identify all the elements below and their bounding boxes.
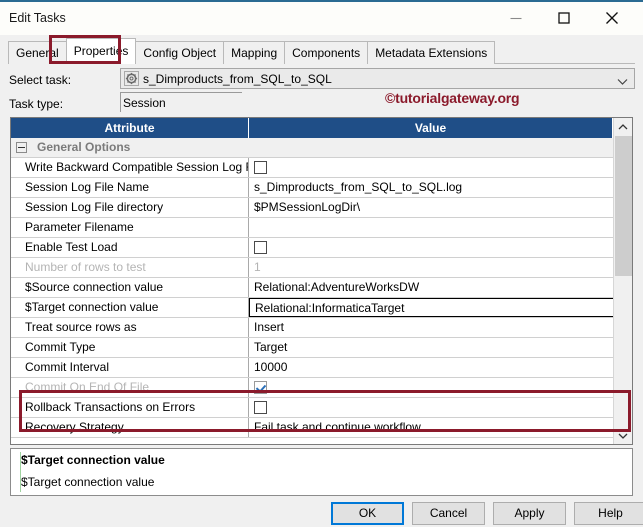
row-attribute: Recovery Strategy [11, 418, 249, 437]
table-row[interactable]: Write Backward Compatible Session Log Fi… [11, 158, 632, 178]
row-attribute: Session Log File Name [11, 178, 249, 197]
row-value[interactable] [249, 398, 632, 417]
maximize-button[interactable] [541, 2, 586, 34]
table-row[interactable]: Rollback Transactions on Errors [11, 398, 632, 418]
table-row[interactable]: Enable Test Load [11, 238, 632, 258]
table-row[interactable]: Commit Type Target [11, 338, 632, 358]
grid-vertical-scrollbar[interactable] [613, 118, 632, 444]
row-value[interactable]: s_Dimproducts_from_SQL_to_SQL.log [249, 178, 632, 197]
table-row[interactable]: Parameter Filename [11, 218, 632, 238]
scroll-up-button[interactable] [614, 118, 632, 135]
row-attribute: Commit Type [11, 338, 249, 357]
tab-metadata-extensions[interactable]: Metadata Extensions [367, 41, 496, 64]
task-type-label: Task type: [9, 97, 64, 111]
close-button[interactable] [589, 2, 634, 34]
description-body: $Target connection value [21, 475, 155, 489]
row-attribute: $Source connection value [11, 278, 249, 297]
minimize-button[interactable] [493, 2, 538, 34]
row-value[interactable]: Relational:AdventureWorksDW [249, 278, 632, 297]
checkbox-checked-icon [254, 381, 267, 394]
select-task-label: Select task: [9, 73, 72, 87]
row-value[interactable]: Fail task and continue workflow [249, 418, 632, 437]
chevron-down-icon [618, 433, 628, 439]
row-value[interactable]: 10000 [249, 358, 632, 377]
row-value[interactable] [249, 238, 632, 257]
row-attribute-label: General Options [37, 140, 131, 154]
tab-properties[interactable]: Properties [65, 38, 137, 64]
table-row[interactable]: Session Log File Name s_Dimproducts_from… [11, 178, 632, 198]
scroll-down-button[interactable] [614, 427, 632, 444]
watermark: ©tutorialgateway.org [385, 90, 520, 106]
row-value [249, 378, 632, 397]
collapse-icon[interactable] [16, 142, 27, 153]
table-row[interactable]: Treat source rows as Insert [11, 318, 632, 338]
chevron-down-icon[interactable] [617, 75, 628, 89]
row-value: 1 [254, 260, 261, 274]
tab-list: General Properties Config Object Mapping… [8, 37, 496, 64]
table-row[interactable]: $Target connection value Relational:Info… [11, 298, 632, 318]
table-row[interactable]: Commit Interval 10000 [11, 358, 632, 378]
row-value[interactable]: Target [249, 338, 632, 357]
row-value[interactable]: Insert [249, 318, 632, 337]
description-title: $Target connection value [21, 453, 165, 467]
table-row[interactable]: Session Log File directory $PMSessionLog… [11, 198, 632, 218]
row-value: Relational:InformaticaTarget [255, 301, 405, 315]
row-attribute: Commit Interval [11, 358, 249, 377]
tab-strip: General Properties Config Object Mapping… [0, 35, 643, 64]
row-value [249, 138, 632, 157]
tab-components[interactable]: Components [284, 41, 369, 64]
row-attribute: Treat source rows as [11, 318, 249, 337]
dialog-footer: OK Cancel Apply Help [0, 496, 643, 527]
minimize-icon [510, 17, 521, 20]
cancel-button[interactable]: Cancel [412, 502, 485, 525]
row-attribute: Enable Test Load [11, 238, 249, 257]
chevron-up-icon [618, 123, 628, 129]
row-attribute: Number of rows to test [11, 258, 249, 277]
scrollbar-thumb[interactable] [615, 136, 632, 276]
table-row[interactable]: $Source connection value Relational:Adve… [11, 278, 632, 298]
properties-grid: Attribute Value General Options Write Ba… [10, 117, 633, 445]
checkbox-unchecked-icon[interactable] [254, 161, 267, 174]
row-value[interactable] [249, 218, 632, 237]
row-attribute: Commit On End Of File [11, 378, 249, 397]
edit-tasks-window: Edit Tasks General Properties Config Obj… [0, 0, 643, 527]
checkbox-unchecked-icon[interactable] [254, 401, 267, 414]
ok-button[interactable]: OK [331, 502, 404, 525]
description-panel: $Target connection value $Target connect… [10, 448, 633, 496]
help-button[interactable]: Help [574, 502, 643, 525]
close-icon [605, 12, 618, 24]
title-bar: Edit Tasks [0, 2, 643, 35]
maximize-icon [557, 12, 570, 24]
task-type-value: Session [123, 96, 166, 110]
column-header-value[interactable]: Value [249, 118, 612, 138]
table-row[interactable]: Recovery Strategy Fail task and continue… [11, 418, 632, 438]
row-value[interactable]: $PMSessionLogDir\ [249, 198, 632, 217]
checkbox-unchecked-icon[interactable] [254, 241, 267, 254]
row-attribute: Session Log File directory [11, 198, 249, 217]
table-row: Number of rows to test 1 [11, 258, 632, 278]
gear-icon [124, 71, 139, 86]
row-attribute: Rollback Transactions on Errors [11, 398, 249, 417]
grid-body: General Options Write Backward Compatibl… [11, 138, 632, 444]
window-title: Edit Tasks [9, 11, 66, 25]
row-attribute: $Target connection value [11, 298, 249, 317]
grid-header-row: Attribute Value [11, 118, 632, 138]
apply-button[interactable]: Apply [493, 502, 566, 525]
table-row[interactable]: General Options [11, 138, 632, 158]
row-attribute: Parameter Filename [11, 218, 249, 237]
row-value[interactable] [249, 158, 632, 177]
row-attribute: Write Backward Compatible Session Log Fi… [11, 158, 249, 177]
select-task-value: s_Dimproducts_from_SQL_to_SQL [143, 72, 332, 86]
tab-general[interactable]: General [8, 41, 67, 64]
tab-config-object[interactable]: Config Object [135, 41, 225, 64]
table-row: Commit On End Of File [11, 378, 632, 398]
row-attribute: General Options [11, 138, 249, 157]
tab-mapping[interactable]: Mapping [223, 41, 286, 64]
select-task-combobox[interactable]: s_Dimproducts_from_SQL_to_SQL [120, 68, 635, 89]
row-value-editor[interactable]: Relational:InformaticaTarget [249, 298, 632, 317]
column-header-attribute[interactable]: Attribute [11, 118, 249, 138]
